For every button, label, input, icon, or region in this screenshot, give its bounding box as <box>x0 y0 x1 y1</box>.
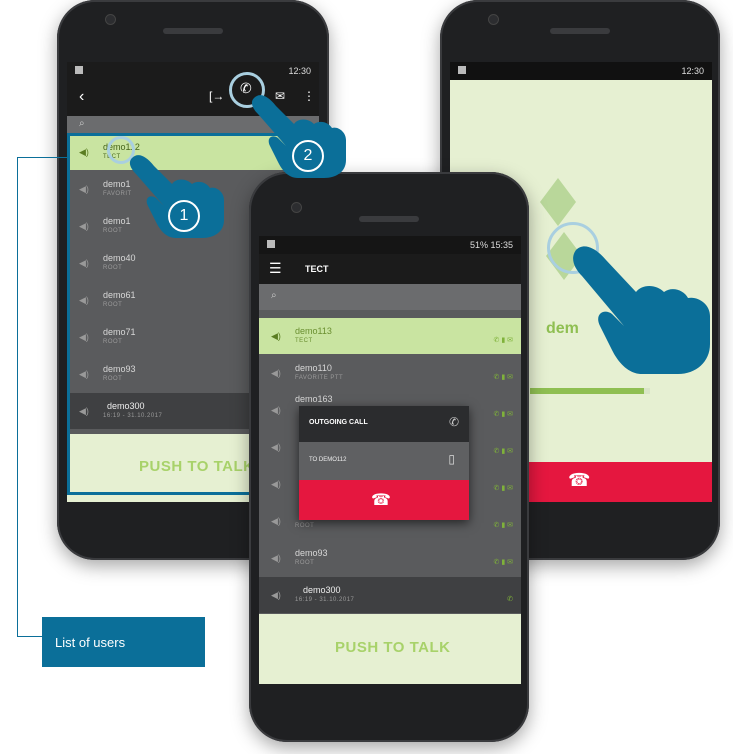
list-item[interactable]: ◀) demo300 16:19 - 31.10.2017 ✆ <box>259 577 521 614</box>
row-action-icons[interactable]: ✆ <box>507 595 513 603</box>
user-group: ROOT <box>295 560 315 566</box>
step-2-number: 2 <box>303 147 313 164</box>
speaker-icon: ◀) <box>271 479 281 489</box>
dialog-header: OUTGOING CALL ✆ <box>299 406 469 442</box>
pointing-hand-icon <box>573 246 710 374</box>
dialog-title: OUTGOING CALL <box>309 419 368 426</box>
user-group: ROOT <box>295 523 315 529</box>
hangup-icon: ☎ <box>568 470 591 490</box>
speaker-icon: ◀) <box>271 331 281 341</box>
row-action-icons[interactable]: ✆ ▮ ✉ <box>494 447 513 455</box>
row-action-icons[interactable]: ✆ ▮ ✉ <box>494 558 513 566</box>
speaker-icon: ◀) <box>271 368 281 378</box>
user-name: demo93 <box>295 548 328 558</box>
center-status-bar: 51% 15:35 <box>259 236 521 254</box>
center-title: TECT <box>305 264 329 274</box>
center-phone: 51% 15:35 ☰ TECT ⌕ ◀) demo113 TECT ✆ ▮ ✉… <box>249 172 529 742</box>
center-status-text: 51% 15:35 <box>469 240 513 250</box>
center-toolbar: ☰ TECT <box>259 254 521 284</box>
right-status-bar: 12:30 <box>450 62 712 80</box>
step-2-badge: 2 <box>292 140 324 172</box>
center-ptt-area[interactable]: PUSH TO TALK <box>259 614 521 684</box>
menu-icon[interactable]: ☰ <box>269 260 282 277</box>
list-item[interactable]: ◀) demo110 FAVORITE PTT ✆ ▮ ✉ <box>259 355 521 392</box>
outgoing-call-icon: ✆ <box>448 415 459 429</box>
left-status-time: 12:30 <box>288 66 311 76</box>
row-action-icons[interactable]: ✆ ▮ ✉ <box>494 410 513 418</box>
call-progress-fill <box>530 388 644 394</box>
right-status-time: 12:30 <box>681 66 704 76</box>
callout-label-box: List of users <box>42 617 205 667</box>
right-phone-camera <box>488 14 499 25</box>
row-action-icons[interactable]: ✆ ▮ ✉ <box>494 336 513 344</box>
handset-icon: ▯ <box>448 452 455 466</box>
call-progress-bar <box>530 388 650 394</box>
row-action-icons[interactable]: ✆ ▮ ✉ <box>494 373 513 381</box>
speaker-icon: ◀) <box>271 590 281 600</box>
search-icon: ⌕ <box>271 290 277 301</box>
callout-bracket <box>17 157 67 637</box>
user-group: FAVORITE PTT <box>295 375 344 381</box>
row-action-icons[interactable]: ✆ ▮ ✉ <box>494 521 513 529</box>
step-1-badge: 1 <box>168 200 200 232</box>
speaker-icon: ◀) <box>271 405 281 415</box>
gallery-icon <box>75 66 83 74</box>
gallery-icon <box>458 66 466 74</box>
center-phone-speaker <box>359 216 419 222</box>
center-phone-screen: 51% 15:35 ☰ TECT ⌕ ◀) demo113 TECT ✆ ▮ ✉… <box>259 236 521 684</box>
right-phone-speaker <box>550 28 610 34</box>
search-icon: ⌕ <box>79 118 85 129</box>
back-icon[interactable]: ‹ <box>79 88 84 106</box>
user-group: TECT <box>295 338 313 344</box>
dialog-hangup-button[interactable]: ☎ <box>299 480 469 520</box>
user-name: demo110 <box>295 363 332 373</box>
step-1-number: 1 <box>179 207 189 224</box>
gallery-icon <box>267 240 275 248</box>
left-phone-camera <box>105 14 116 25</box>
exit-icon[interactable]: [→ <box>209 89 224 103</box>
speaker-icon: ◀) <box>271 442 281 452</box>
dialog-target: TO DEMO112 <box>309 457 347 463</box>
callout-label: List of users <box>55 635 126 650</box>
user-name: demo163 <box>295 394 333 404</box>
speaker-icon: ◀) <box>271 516 281 526</box>
list-item[interactable]: ◀) demo93 ROOT ✆ ▮ ✉ <box>259 540 521 577</box>
push-to-talk-label: PUSH TO TALK <box>335 639 451 656</box>
center-search-bar[interactable]: ⌕ <box>259 284 521 310</box>
user-name: demo113 <box>295 326 332 336</box>
left-phone-speaker <box>163 28 223 34</box>
user-name: demo300 <box>303 585 341 595</box>
list-item[interactable]: ◀) demo113 TECT ✆ ▮ ✉ <box>259 318 521 355</box>
hangup-icon: ☎ <box>371 492 391 509</box>
outgoing-call-dialog: OUTGOING CALL ✆ TO DEMO112 ▯ ☎ <box>299 406 469 520</box>
center-phone-camera <box>291 202 302 213</box>
left-status-bar: 12:30 <box>67 62 319 80</box>
dialog-target-row: TO DEMO112 ▯ <box>299 442 469 480</box>
user-timestamp: 16:19 - 31.10.2017 <box>295 597 355 603</box>
speaker-icon: ◀) <box>271 553 281 563</box>
row-action-icons[interactable]: ✆ ▮ ✉ <box>494 484 513 492</box>
